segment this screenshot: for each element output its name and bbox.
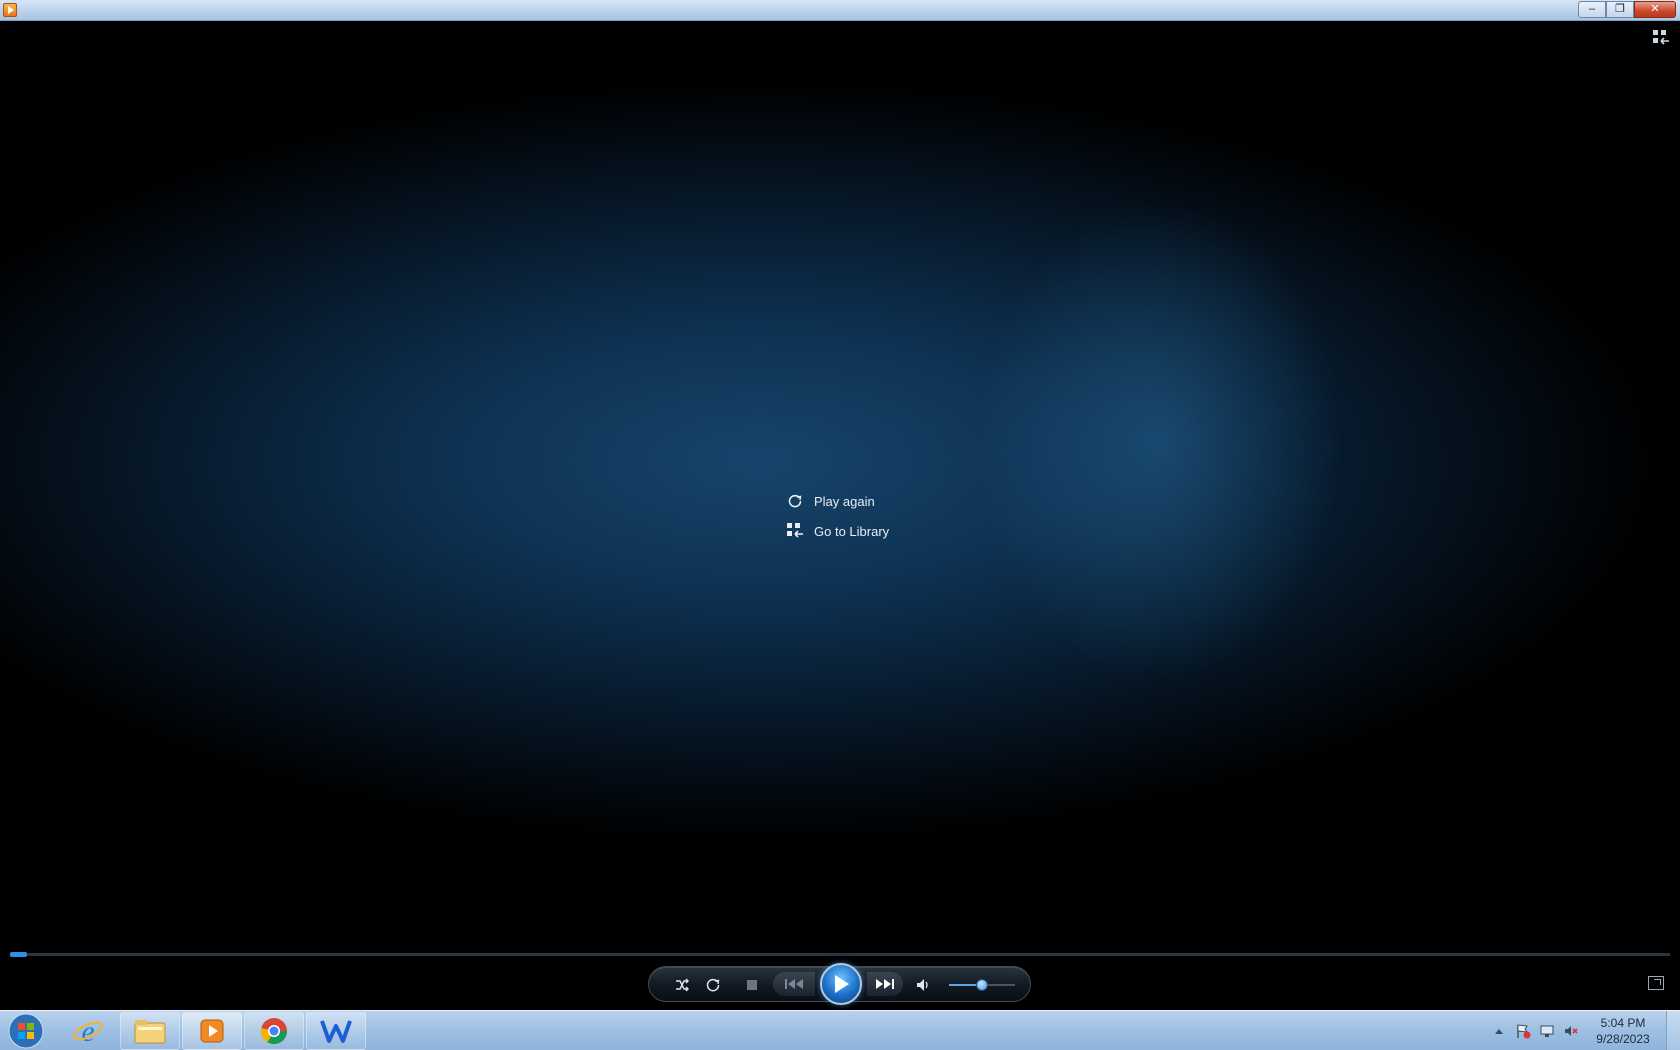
taskbar: e 5:04 PM 9/28/2023 — [0, 1010, 1680, 1050]
replay-icon — [786, 492, 804, 510]
clock-date: 9/28/2023 — [1596, 1032, 1650, 1046]
library-icon — [786, 522, 804, 540]
svg-text:e: e — [81, 1015, 94, 1047]
next-icon — [876, 979, 894, 989]
repeat-icon[interactable] — [703, 975, 723, 995]
seek-progress — [10, 952, 27, 957]
clock-time: 5:04 PM — [1600, 1016, 1646, 1030]
end-of-playback-menu: Play again Go to Library — [786, 486, 889, 546]
fullscreen-icon[interactable] — [1648, 976, 1664, 990]
file-explorer-icon[interactable] — [120, 1012, 180, 1050]
media-player-taskbar-icon[interactable] — [182, 1012, 242, 1050]
seek-bar[interactable] — [10, 952, 1670, 957]
play-button[interactable] — [820, 963, 862, 1005]
minimize-button[interactable]: – — [1578, 1, 1606, 18]
show-desktop-button[interactable] — [1666, 1011, 1680, 1050]
previous-icon — [785, 979, 803, 989]
title-bar: – ❐ ✕ — [0, 0, 1680, 21]
show-hidden-icons-icon[interactable] — [1490, 1022, 1508, 1040]
system-tray: 5:04 PM 9/28/2023 — [1490, 1011, 1680, 1050]
chrome-icon[interactable] — [244, 1012, 304, 1050]
play-icon — [835, 975, 849, 993]
next-button[interactable] — [867, 972, 903, 996]
volume-slider-thumb[interactable] — [976, 979, 988, 991]
volume-muted-icon[interactable] — [1562, 1022, 1580, 1040]
restore-button[interactable]: ❐ — [1606, 1, 1634, 18]
start-button[interactable] — [4, 1013, 48, 1049]
media-player-icon[interactable] — [3, 3, 17, 17]
taskbar-clock[interactable]: 5:04 PM 9/28/2023 — [1586, 1015, 1660, 1047]
internet-explorer-icon[interactable]: e — [58, 1012, 118, 1050]
transport-controls — [648, 963, 1031, 1005]
wps-writer-icon[interactable] — [306, 1012, 366, 1050]
now-playing-area[interactable]: Play again Go to Library — [0, 21, 1680, 950]
volume-icon[interactable] — [913, 975, 933, 995]
stop-icon[interactable] — [742, 975, 762, 995]
close-button[interactable]: ✕ — [1634, 1, 1676, 18]
window-controls: – ❐ ✕ — [1578, 1, 1676, 18]
go-to-library-label: Go to Library — [814, 523, 890, 539]
network-icon[interactable] — [1538, 1022, 1556, 1040]
switch-to-library-icon[interactable] — [1652, 29, 1670, 47]
previous-button[interactable] — [773, 972, 815, 996]
go-to-library-link[interactable]: Go to Library — [786, 516, 889, 546]
volume-slider[interactable] — [949, 979, 1015, 991]
shuffle-icon[interactable] — [672, 975, 692, 995]
play-again-link[interactable]: Play again — [786, 486, 889, 516]
windows-logo-icon — [8, 1013, 44, 1049]
play-again-label: Play again — [814, 493, 875, 509]
action-center-flag-icon[interactable] — [1514, 1022, 1532, 1040]
